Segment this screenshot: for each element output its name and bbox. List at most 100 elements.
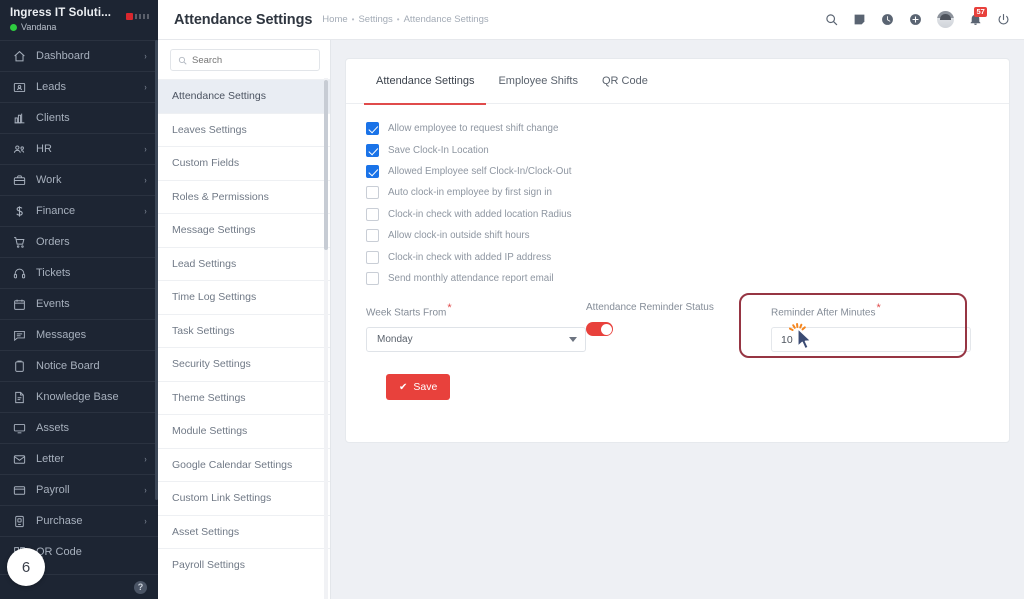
settings-item-attendance-settings[interactable]: Attendance Settings	[158, 79, 330, 113]
checkbox-toggle[interactable]	[366, 250, 379, 264]
checkbox-label[interactable]: Allow employee to request shift change	[388, 123, 558, 134]
checkbox-label[interactable]: Allow clock-in outside shift hours	[388, 230, 530, 241]
required-marker: *	[447, 302, 452, 315]
checkbox-label[interactable]: Clock-in check with added IP address	[388, 252, 551, 263]
checkbox-label[interactable]: Allowed Employee self Clock-In/Clock-Out	[388, 166, 572, 177]
sidebar-item-tickets[interactable]: Tickets	[0, 257, 158, 288]
settings-item-message-settings[interactable]: Message Settings	[158, 213, 330, 247]
settings-item-custom-fields[interactable]: Custom Fields	[158, 146, 330, 180]
sidebar-item-events[interactable]: Events	[0, 288, 158, 319]
sidebar-item-purchase[interactable]: Purchase ›	[0, 505, 158, 536]
breadcrumb-item[interactable]: Settings	[358, 14, 392, 25]
sidebar-item-label: Tickets	[36, 267, 71, 279]
sidebar-menu: Dashboard › Leads › Clients HR › Work › Finance › O…	[0, 40, 158, 567]
chevron-right-icon: ›	[144, 205, 147, 216]
settings-item-module-settings[interactable]: Module Settings	[158, 414, 330, 448]
checkbox-label[interactable]: Save Clock-In Location	[388, 145, 489, 156]
reminder-status-toggle[interactable]	[586, 322, 613, 337]
checkbox-row: Send monthly attendance report email	[366, 268, 989, 289]
settings-item-google-calendar-settings[interactable]: Google Calendar Settings	[158, 447, 330, 482]
settings-item-leaves-settings[interactable]: Leaves Settings	[158, 112, 330, 147]
purchase-icon	[11, 513, 27, 529]
sidebar-item-messages[interactable]: Messages	[0, 319, 158, 350]
breadcrumb-separator: •	[396, 15, 400, 24]
sidebar-item-dashboard[interactable]: Dashboard ›	[0, 40, 158, 71]
sidebar-item-work[interactable]: Work ›	[0, 164, 158, 195]
settings-item-asset-settings[interactable]: Asset Settings	[158, 514, 330, 549]
reminder-after-minutes-input-wrap[interactable]	[771, 327, 971, 353]
checkbox-toggle[interactable]	[366, 143, 379, 157]
page-title: Attendance Settings	[174, 11, 313, 28]
checkbox-row: Clock-in check with added IP address	[366, 246, 989, 267]
sidebar-item-payroll[interactable]: Payroll ›	[0, 474, 158, 505]
settings-form: Allow employee to request shift change Sa…	[346, 104, 1009, 401]
search-input[interactable]	[192, 54, 312, 66]
settings-search-box[interactable]	[170, 49, 320, 71]
tab-qr-code[interactable]: QR Code	[590, 59, 660, 104]
chevron-right-icon: ›	[144, 453, 147, 464]
notice-board-icon	[11, 358, 27, 374]
settings-item-security-settings[interactable]: Security Settings	[158, 347, 330, 381]
settings-list-panel: Attendance SettingsLeaves SettingsCustom…	[158, 40, 331, 599]
tab-employee-shifts[interactable]: Employee Shifts	[486, 59, 589, 104]
checkbox-toggle[interactable]	[366, 122, 379, 136]
week-starts-from-select[interactable]: Monday	[366, 327, 586, 353]
sidebar-item-label: Events	[36, 298, 70, 310]
hr-icon	[11, 141, 27, 157]
knowledge-base-icon	[11, 389, 27, 405]
sidebar-item-label: QR Code	[36, 546, 82, 558]
settings-item-task-settings[interactable]: Task Settings	[158, 313, 330, 348]
sidebar-item-clients[interactable]: Clients	[0, 102, 158, 133]
plus-circle-icon[interactable]	[909, 13, 922, 26]
reminder-after-minutes-field: Reminder After Minutes*	[739, 293, 971, 359]
company-logo-icon	[125, 13, 149, 20]
note-icon[interactable]	[853, 13, 866, 26]
checkbox-toggle[interactable]	[366, 207, 379, 221]
sidebar-item-letter[interactable]: Letter ›	[0, 443, 158, 474]
checkbox-toggle[interactable]	[366, 271, 379, 285]
chevron-right-icon: ›	[144, 143, 147, 154]
settings-item-theme-settings[interactable]: Theme Settings	[158, 380, 330, 415]
avatar[interactable]	[937, 11, 954, 28]
bell-icon[interactable]: 57	[969, 7, 988, 26]
tickets-icon	[11, 265, 27, 281]
checkbox-label[interactable]: Auto clock-in employee by first sign in	[388, 187, 552, 198]
settings-scrollbar-thumb[interactable]	[324, 80, 328, 250]
sidebar-item-leads[interactable]: Leads ›	[0, 71, 158, 102]
settings-item-time-log-settings[interactable]: Time Log Settings	[158, 280, 330, 314]
tab-attendance-settings[interactable]: Attendance Settings	[364, 59, 487, 105]
reminder-after-minutes-input[interactable]	[781, 333, 961, 346]
sidebar-item-assets[interactable]: Assets	[0, 412, 158, 443]
sidebar-item-finance[interactable]: Finance ›	[0, 195, 158, 226]
sidebar-item-notice-board[interactable]: Notice Board	[0, 350, 158, 381]
power-icon[interactable]	[997, 13, 1010, 26]
sidebar-item-orders[interactable]: Orders	[0, 226, 158, 257]
settings-item-roles-permissions[interactable]: Roles & Permissions	[158, 179, 330, 214]
search-icon[interactable]	[825, 13, 838, 26]
clock-icon[interactable]	[881, 13, 894, 26]
sidebar-item-label: Clients	[36, 112, 70, 124]
checkbox-toggle[interactable]	[366, 229, 379, 243]
checkbox-label[interactable]: Send monthly attendance report email	[388, 273, 554, 284]
breadcrumb-item[interactable]: Home	[322, 14, 347, 25]
avatar-image	[937, 11, 954, 28]
orders-icon	[11, 234, 27, 250]
settings-item-custom-link-settings[interactable]: Custom Link Settings	[158, 481, 330, 515]
leads-icon	[11, 79, 27, 95]
checkbox-toggle[interactable]	[366, 186, 379, 200]
save-button[interactable]: ✔ Save	[386, 374, 451, 401]
breadcrumb-item[interactable]: Attendance Settings	[404, 14, 489, 25]
sidebar-brand[interactable]: Ingress IT Soluti... Vandana	[0, 0, 158, 40]
checkbox-label[interactable]: Clock-in check with added location Radiu…	[388, 209, 572, 220]
sidebar-item-hr[interactable]: HR ›	[0, 133, 158, 164]
work-icon	[11, 172, 27, 188]
tab-bar: Attendance Settings Employee Shifts QR Cod…	[346, 59, 1009, 105]
help-icon[interactable]: ?	[134, 580, 147, 594]
breadcrumb-separator: •	[351, 15, 355, 24]
settings-item-payroll-settings[interactable]: Payroll Settings	[158, 548, 330, 582]
step-number-badge: 6	[7, 548, 45, 586]
sidebar-item-label: Leads	[36, 81, 66, 93]
settings-item-lead-settings[interactable]: Lead Settings	[158, 246, 330, 281]
checkbox-toggle[interactable]	[366, 164, 379, 178]
sidebar-item-knowledge-base[interactable]: Knowledge Base	[0, 381, 158, 412]
